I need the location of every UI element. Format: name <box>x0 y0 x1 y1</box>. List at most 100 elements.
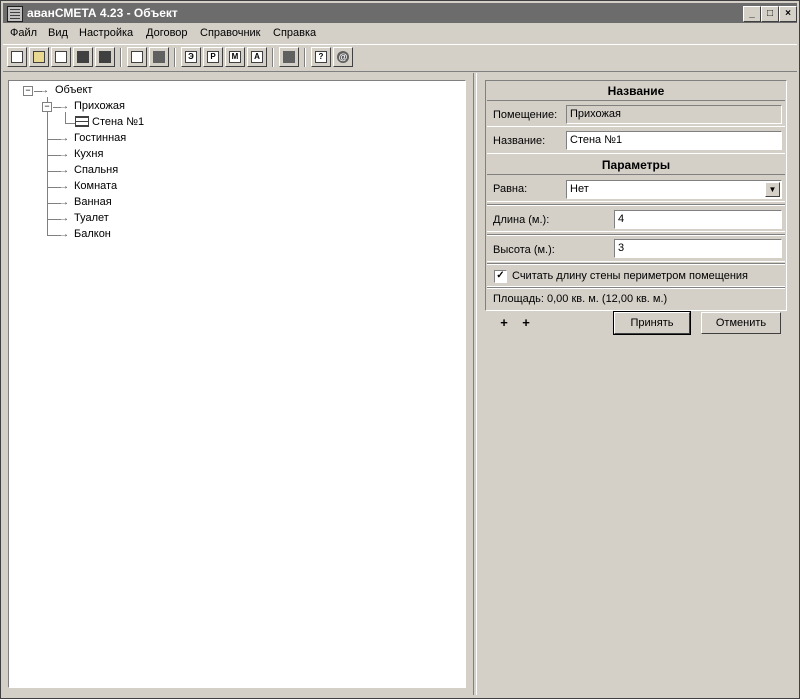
window-title: аванСМЕТА 4.23 - Объект <box>27 6 178 20</box>
tree-item-toilet[interactable]: Туалет <box>74 212 109 224</box>
tree-item-bedroom[interactable]: Спальня <box>74 164 118 176</box>
toolbar-separator <box>304 48 306 67</box>
menu-help[interactable]: Справка <box>273 27 316 39</box>
tree-expander-hallway[interactable]: − <box>42 102 52 112</box>
help-icon: ? <box>315 51 327 63</box>
tree-item-wall-1[interactable]: Стена №1 <box>92 116 144 128</box>
open-button[interactable] <box>29 47 49 67</box>
close-button[interactable]: × <box>779 6 797 22</box>
menu-contract[interactable]: Договор <box>146 27 188 39</box>
panel-splitter[interactable] <box>473 73 477 695</box>
toolbar: Э Р М А ? @ <box>3 44 797 72</box>
menu-reference[interactable]: Справочник <box>200 27 261 39</box>
menu-view[interactable]: Вид <box>48 27 68 39</box>
tree-line <box>47 97 48 235</box>
tree-line <box>65 112 66 123</box>
report-p-button[interactable]: Р <box>203 47 223 67</box>
toolbar-separator <box>174 48 176 67</box>
tree-arrow-icon: → <box>59 149 69 160</box>
app-icon[interactable] <box>7 6 23 22</box>
tree-item-bathroom[interactable]: Ванная <box>74 196 112 208</box>
length-row: Длина (м.): 4 <box>487 206 785 232</box>
tree-arrow-icon: → <box>59 133 69 144</box>
height-input[interactable]: 3 <box>614 239 782 258</box>
tree-arrow-icon: → <box>59 101 69 112</box>
printer-icon <box>153 51 165 63</box>
tree-item-object[interactable]: Объект <box>55 84 92 96</box>
accept-button[interactable]: Принять <box>613 311 691 335</box>
floppy-multi-icon <box>99 51 111 63</box>
report-p-icon: Р <box>207 51 219 63</box>
tree-arrow-icon: → <box>59 229 69 240</box>
area-text: Площадь: 0,00 кв. м. (12,00 кв. м.) <box>493 293 668 305</box>
height-label: Высота (м.): <box>493 244 555 256</box>
tree-arrow-icon: → <box>59 181 69 192</box>
tree-item-living-room[interactable]: Гостинная <box>74 132 126 144</box>
app-window: аванСМЕТА 4.23 - Объект _ □ × Файл Вид Н… <box>0 0 800 699</box>
report-e-button[interactable]: Э <box>181 47 201 67</box>
tree-expander-root[interactable]: − <box>23 86 33 96</box>
toolbar-separator <box>272 48 274 67</box>
tree-arrow-icon: → <box>39 85 49 96</box>
about-icon: @ <box>337 51 349 63</box>
menu-settings[interactable]: Настройка <box>79 27 133 39</box>
area-row: Площадь: 0,00 кв. м. (12,00 кв. м.) <box>487 289 785 309</box>
toolbar-separator <box>120 48 122 67</box>
height-row: Высота (м.): 3 <box>487 236 785 262</box>
add-subelement-icon[interactable]: + <box>518 315 534 331</box>
room-label: Помещение: <box>493 109 558 121</box>
chevron-down-icon[interactable]: ▼ <box>765 182 780 197</box>
report-a-icon: А <box>251 51 263 63</box>
room-row: Помещение: Прихожая <box>487 102 785 127</box>
length-label: Длина (м.): <box>493 214 550 226</box>
room-field: Прихожая <box>566 105 782 124</box>
report-e-icon: Э <box>185 51 197 63</box>
tree-arrow-icon: → <box>59 213 69 224</box>
tree-item-kitchen[interactable]: Кухня <box>74 148 103 160</box>
new-document-icon <box>11 51 23 63</box>
open-folder-icon <box>33 51 45 63</box>
print-button[interactable] <box>149 47 169 67</box>
report-m-icon: М <box>229 51 241 63</box>
panel-icon <box>283 51 295 63</box>
add-element-icon[interactable]: + <box>496 315 512 331</box>
new-document-button[interactable] <box>7 47 27 67</box>
properties-panel: Название Помещение: Прихожая Название: С… <box>485 80 787 311</box>
equal-label: Равна: <box>493 183 528 195</box>
perimeter-checkbox[interactable]: ✓ <box>494 270 507 283</box>
tree-line <box>65 123 75 124</box>
name-field[interactable]: Стена №1 <box>566 131 782 150</box>
wall-brick-icon <box>75 116 89 127</box>
report-a-button[interactable]: А <box>247 47 267 67</box>
length-input[interactable]: 4 <box>614 210 782 229</box>
object-tree[interactable]: − → Объект − → Прихожая Стена №1 → Гости… <box>8 80 466 688</box>
help-button[interactable]: ? <box>311 47 331 67</box>
cancel-button[interactable]: Отменить <box>701 312 781 334</box>
tree-arrow-icon: → <box>59 197 69 208</box>
menu-file[interactable]: Файл <box>10 27 37 39</box>
name-row: Название: Стена №1 <box>487 128 785 154</box>
section-header-name: Название <box>487 82 785 101</box>
title-bar[interactable]: аванСМЕТА 4.23 - Объект _ □ × <box>3 3 797 23</box>
menu-bar: Файл Вид Настройка Договор Справочник Сп… <box>3 25 797 43</box>
name-label: Название: <box>493 135 546 147</box>
perimeter-row: ✓ Считать длину стены периметром помещен… <box>487 265 785 287</box>
preview-button[interactable] <box>127 47 147 67</box>
tree-item-room[interactable]: Комната <box>74 180 117 192</box>
tree-item-balcony[interactable]: Балкон <box>74 228 111 240</box>
minimize-button[interactable]: _ <box>743 6 761 22</box>
save-all-button[interactable] <box>95 47 115 67</box>
tree-item-hallway[interactable]: Прихожая <box>74 100 125 112</box>
floppy-icon <box>77 51 89 63</box>
perimeter-checkbox-label[interactable]: Считать длину стены периметром помещения <box>512 270 748 282</box>
magnifier-icon <box>131 51 143 63</box>
report-m-button[interactable]: М <box>225 47 245 67</box>
maximize-button[interactable]: □ <box>761 6 779 22</box>
equal-value: Нет <box>570 183 589 195</box>
equal-select[interactable]: Нет ▼ <box>566 180 782 199</box>
save-button[interactable] <box>73 47 93 67</box>
window-button[interactable] <box>51 47 71 67</box>
panel-button[interactable] <box>279 47 299 67</box>
about-button[interactable]: @ <box>333 47 353 67</box>
equal-row: Равна: Нет ▼ <box>487 176 785 202</box>
